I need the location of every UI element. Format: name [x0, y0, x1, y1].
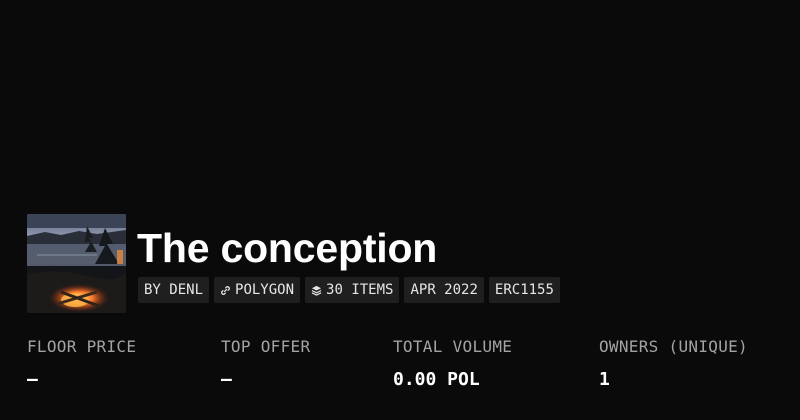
collection-thumbnail	[27, 214, 126, 313]
stat-top-offer-value: —	[221, 369, 232, 390]
stat-owners-label: OWNERS (UNIQUE)	[599, 337, 748, 356]
tag-creator-label: BY DENL	[144, 282, 204, 298]
tag-chain[interactable]: POLYGON	[214, 277, 301, 303]
tag-standard-label: ERC1155	[494, 282, 554, 298]
link-icon	[220, 285, 231, 296]
stat-owners: OWNERS (UNIQUE) 1	[599, 336, 748, 391]
stat-total-volume: TOTAL VOLUME 0.00 POL	[393, 336, 512, 391]
tag-items-label: 30 ITEMS	[326, 282, 394, 298]
tag-standard: ERC1155	[488, 277, 560, 303]
stat-top-offer-label: TOP OFFER	[221, 337, 311, 356]
stat-floor-price: FLOOR PRICE —	[27, 336, 136, 391]
stat-total-volume-value: 0.00 POL	[393, 369, 480, 390]
collection-stats: FLOOR PRICE — TOP OFFER — TOTAL VOLUME 0…	[0, 336, 800, 396]
tag-chain-label: POLYGON	[235, 282, 295, 298]
stat-floor-price-value: —	[27, 369, 38, 390]
stat-floor-price-label: FLOOR PRICE	[27, 337, 137, 356]
layers-icon	[311, 285, 322, 296]
stat-total-volume-label: TOTAL VOLUME	[393, 337, 513, 356]
stat-top-offer: TOP OFFER —	[221, 336, 310, 391]
collection-title: The conception	[137, 225, 438, 271]
tag-items: 30 ITEMS	[305, 277, 400, 303]
tag-creator[interactable]: BY DENL	[138, 277, 210, 303]
collection-tags: BY DENL POLYGON 30 ITEMS APR 2022 ERC115…	[138, 277, 560, 303]
tag-date-label: APR 2022	[410, 282, 478, 298]
tag-date: APR 2022	[404, 277, 484, 303]
stat-owners-value: 1	[599, 369, 610, 390]
